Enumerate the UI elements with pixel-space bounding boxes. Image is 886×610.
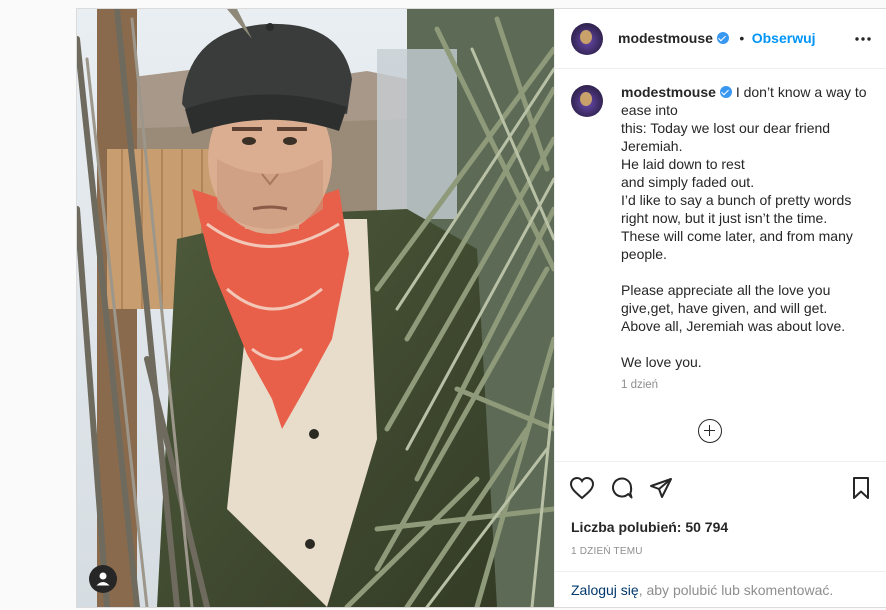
post-timestamp[interactable]: 1 DZIEŃ TEMU xyxy=(571,546,643,557)
login-link[interactable]: Zaloguj się xyxy=(571,582,639,598)
verified-badge-icon xyxy=(716,32,729,44)
post-sidebar: modestmouse • Obserwuj modestmouse I don… xyxy=(554,9,886,607)
login-prompt: Zaloguj się, aby polubić lub skomentować… xyxy=(555,571,886,607)
follow-button[interactable]: Obserwuj xyxy=(752,30,816,46)
header-user-line: modestmouse • Obserwuj xyxy=(618,30,816,48)
caption-avatar[interactable] xyxy=(571,85,603,117)
plus-circle-icon[interactable] xyxy=(698,419,722,443)
photo-illustration xyxy=(77,9,554,607)
heart-icon[interactable] xyxy=(569,476,595,500)
bookmark-icon[interactable] xyxy=(851,476,871,500)
dot-separator: • xyxy=(739,30,745,46)
more-options-icon[interactable] xyxy=(854,31,872,42)
actions-section: Liczba polubień: 50 794 1 DZIEŃ TEMU xyxy=(555,461,886,571)
caption-time[interactable]: 1 dzień xyxy=(621,379,658,391)
paper-plane-icon[interactable] xyxy=(649,476,673,500)
user-tag-icon xyxy=(96,572,110,586)
tagged-users-button[interactable] xyxy=(89,565,117,593)
comment-icon[interactable] xyxy=(610,476,634,500)
caption-verified-badge-icon xyxy=(719,86,732,98)
caption-text: I don’t know a way to ease into this: To… xyxy=(621,84,867,370)
avatar[interactable] xyxy=(571,23,603,55)
caption-username[interactable]: modestmouse xyxy=(621,84,716,100)
comments-section: modestmouse I don’t know a way to ease i… xyxy=(555,69,886,461)
likes-count[interactable]: Liczba polubień: 50 794 xyxy=(571,519,728,535)
post-header: modestmouse • Obserwuj xyxy=(555,9,886,69)
post-photo[interactable] xyxy=(77,9,554,607)
caption: modestmouse I don’t know a way to ease i… xyxy=(621,83,871,399)
ellipsis-icon xyxy=(855,37,871,41)
post-container: modestmouse • Obserwuj modestmouse I don… xyxy=(76,8,886,608)
login-prompt-text: , aby polubić lub skomentować. xyxy=(638,582,834,598)
header-username[interactable]: modestmouse xyxy=(618,30,713,46)
